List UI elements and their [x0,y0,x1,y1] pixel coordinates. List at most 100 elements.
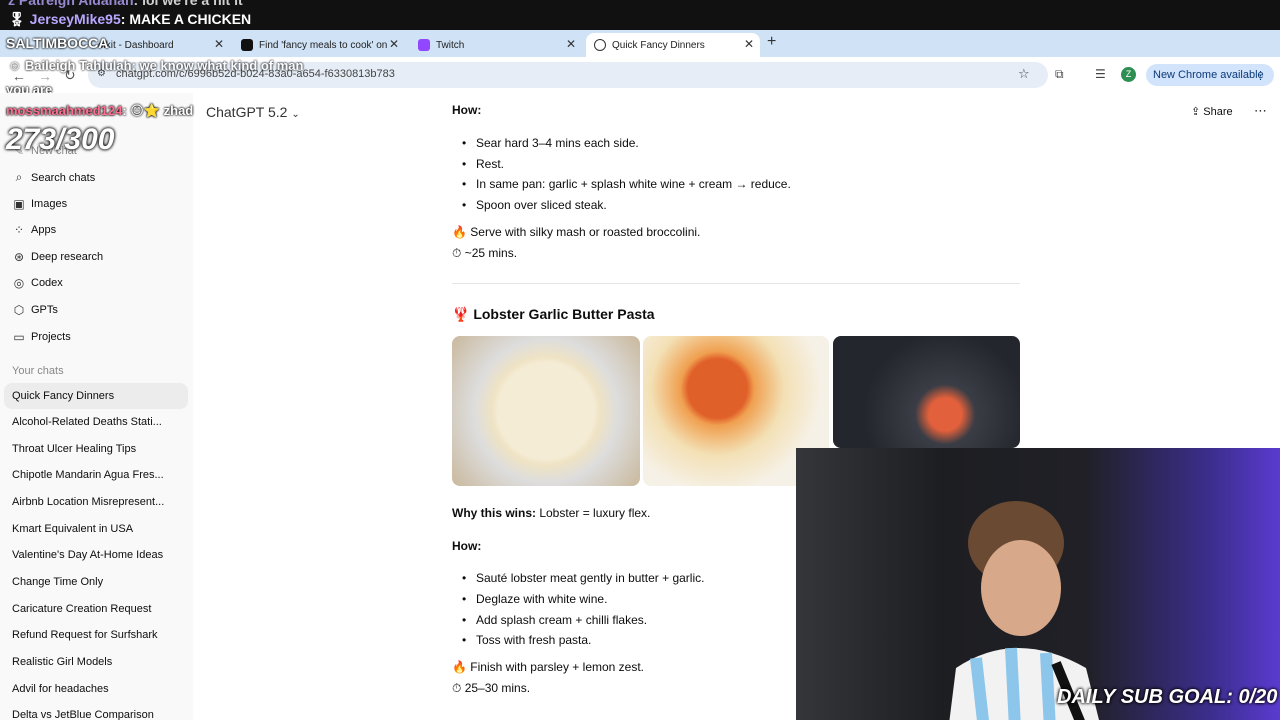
close-icon[interactable]: ✕ [566,37,576,51]
chat-overlay-message: mossmaahmed124: 😊⭐ zhad [6,103,194,118]
chat-list-item[interactable]: Caricature Creation Request [12,603,151,615]
close-icon[interactable]: ✕ [389,37,399,51]
recipe-title: 🦞 Lobster Garlic Butter Pasta [452,306,655,322]
chat-text: zhad [163,103,194,118]
update-label: New Chrome available [1153,69,1264,81]
chat-list-item[interactable]: Quick Fancy Dinners [4,383,188,409]
image-icon: ▣ [13,197,25,211]
recipe-image[interactable] [833,336,1020,448]
why-label: Why this wins: [452,506,536,520]
chat-list-item[interactable]: Chipotle Mandarin Agua Fres... [12,469,164,481]
stream-chat-strip: z Patreigh Aldanan: lol we're a hit it 🎖… [0,0,1280,30]
chat-message: 🎖 JerseyMike95: MAKE A CHICKEN [8,11,252,27]
how-heading: How: [452,539,482,553]
divider [452,283,1020,284]
sidebar-item-search[interactable]: ⌕ Search chats [12,170,96,185]
more-options-icon[interactable]: ⋯ [1254,103,1267,119]
chat-list-item[interactable]: Change Time Only [12,576,103,588]
tab-quick-fancy-dinners[interactable]: Quick Fancy Dinners ✕ [586,33,760,57]
chat-list-item[interactable]: Delta vs JetBlue Comparison [12,709,154,720]
chevron-down-icon: ⌄ [291,109,300,120]
telescope-icon: ⊛ [13,250,25,264]
chat-overlay-message: ☺ Baileigh Tahlulah: we know what kind o… [8,58,304,73]
step-item: Rest. [462,157,504,171]
close-icon[interactable]: ✕ [214,37,224,51]
time-note: ⏱ 25–30 mins. [452,681,531,695]
why-text: Lobster = luxury flex. [536,506,651,520]
sidebar-item-label: Search chats [31,171,96,184]
sidebar-item-label: Apps [31,224,57,236]
twitch-icon [418,39,430,51]
sidebar-item-label: GPTs [31,304,58,316]
close-icon[interactable]: ✕ [744,37,754,51]
extensions-icon[interactable]: ☰ [1095,67,1106,81]
your-chats-heading: Your chats [12,365,64,377]
chat-username: JerseyMike95 [29,11,121,27]
share-label: Share [1203,106,1233,118]
tab-label: Twitch [436,39,465,51]
time-note: ⏱ ~25 mins. [452,246,518,260]
finish-note: 🔥 Finish with parsley + lemon zest. [452,660,645,674]
tab-tiktok[interactable]: Find 'fancy meals to cook' on ✕ [233,33,405,57]
step-item: In same pan: garlic + splash white wine … [462,177,791,191]
step-item: Toss with fresh pasta. [462,633,591,647]
new-chrome-available-button[interactable]: New Chrome available ⋮ [1146,64,1274,86]
step-item: Spoon over sliced steak. [462,198,607,212]
chat-username: mossmaahmed124 [6,103,123,118]
chat-username: z Patreigh Aldanan [8,0,134,8]
sidebar-item-deep-research[interactable]: ⊛ Deep research [12,250,103,264]
chat-text: we know what kind of man [139,58,304,73]
chat-list-item[interactable]: Advil for headaches [12,683,109,695]
share-button[interactable]: ⇪ Share [1191,105,1233,118]
sidebar-item-label: Images [31,198,68,210]
codex-icon: ◎ [13,276,25,290]
sidebar-item-codex[interactable]: ◎ Codex [12,276,63,290]
chat-message: z Patreigh Aldanan: lol we're a hit it [8,0,243,8]
serve-note: 🔥 Serve with silky mash or roasted brocc… [452,225,701,239]
search-icon: ⌕ [15,170,23,184]
more-vert-icon: ⋮ [1255,69,1266,82]
sidebar-item-projects[interactable]: ▭ Projects [12,330,71,344]
chat-list-item[interactable]: Valentine's Day At-Home Ideas [12,549,163,561]
chat-list-item[interactable]: Throat Ulcer Healing Tips [12,443,136,455]
tab-label: Find 'fancy meals to cook' on [259,39,388,51]
chat-list-item[interactable]: Realistic Girl Models [12,656,112,668]
browser-tab-bar: olkit - Dashboard ✕ Find 'fancy meals to … [0,30,1280,57]
step-item: Deglaze with white wine. [462,592,607,606]
sidebar-item-label: Deep research [31,251,104,263]
tab-label: Quick Fancy Dinners [612,39,705,51]
sidebar-item-apps[interactable]: ⁘ Apps [12,223,56,237]
chat-list-item[interactable]: Kmart Equivalent in USA [12,523,133,535]
chat-list-item[interactable]: Alcohol-Related Deaths Stati... [12,416,162,428]
apps-icon: ⁘ [13,223,25,237]
sidebar-item-gpts[interactable]: ⬡ GPTs [12,303,58,317]
chat-overlay-text: SALTIMBOCCA [6,35,109,51]
cast-icon[interactable]: ⧉ [1055,67,1064,82]
chat-list-item[interactable]: Airbnb Location Misrepresent... [12,496,164,508]
webcam-overlay [796,448,1280,720]
step-item: Add splash cream + chilli flakes. [462,613,647,627]
bookmark-star-icon[interactable]: ☆ [1018,66,1030,82]
recipe-image[interactable] [452,336,640,486]
sidebar-item-label: Projects [31,331,71,343]
cube-icon: ⬡ [13,303,25,317]
step-item: Sear hard 3–4 mins each side. [462,136,639,150]
sub-goal-overlay: DAILY SUB GOAL: 0/20 [1057,686,1278,708]
model-selector[interactable]: ChatGPT 5.2 ⌄ [206,104,300,120]
how-heading: How: [452,103,482,117]
share-icon: ⇪ [1191,106,1201,118]
tiktok-icon [241,39,253,51]
tab-twitch[interactable]: Twitch ✕ [410,33,582,57]
why-this-wins: Why this wins: Lobster = luxury flex. [452,506,650,520]
folder-icon: ▭ [13,330,25,344]
chat-username: Baileigh Tahlulah [24,58,132,73]
profile-avatar[interactable]: Z [1121,67,1136,82]
chat-text: MAKE A CHICKEN [129,11,252,27]
openai-icon [594,39,606,51]
follower-counter: 273/300 [6,123,115,156]
chat-title: Quick Fancy Dinners [12,390,115,402]
chat-list-item[interactable]: Refund Request for Surfshark [12,629,158,641]
new-tab-button[interactable]: + [767,33,776,51]
step-item: Sauté lobster meat gently in butter + ga… [462,571,704,585]
sidebar-item-images[interactable]: ▣ Images [12,197,67,211]
